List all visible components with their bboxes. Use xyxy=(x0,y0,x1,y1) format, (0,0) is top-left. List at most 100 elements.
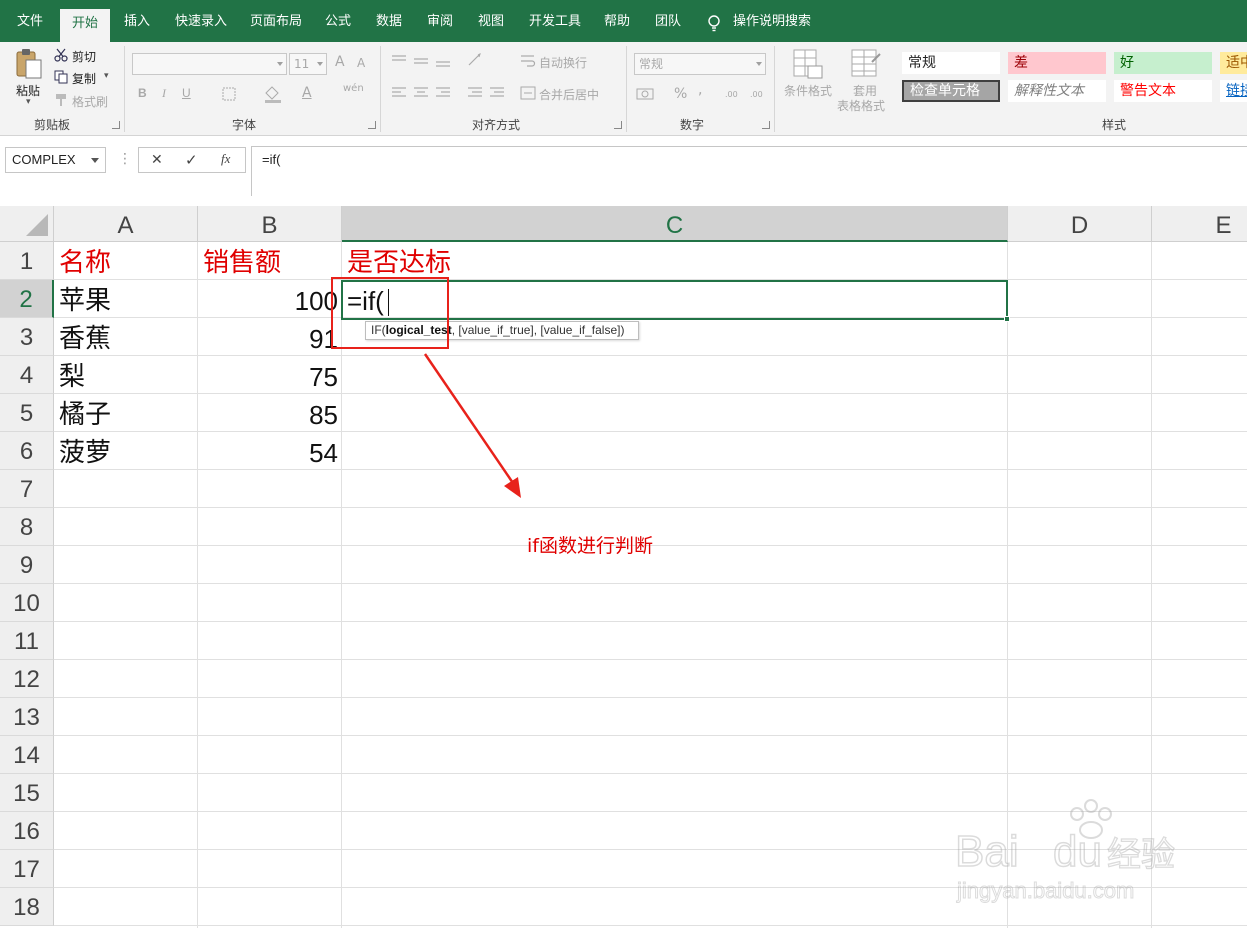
row-header[interactable]: 17 xyxy=(0,850,54,888)
cell-b2[interactable]: 100 xyxy=(198,280,338,318)
column-header-a[interactable]: A xyxy=(54,206,198,242)
column-header-d[interactable]: D xyxy=(1008,206,1152,242)
row-header[interactable]: 4 xyxy=(0,356,54,394)
cut-button[interactable]: 剪切 xyxy=(72,48,96,65)
cancel-icon[interactable]: ✕ xyxy=(151,152,163,168)
style-check-cell[interactable]: 检查单元格 xyxy=(902,80,1000,102)
row-header[interactable]: 6 xyxy=(0,432,54,470)
tell-me-search[interactable]: 操作说明搜索 xyxy=(730,11,814,33)
cell-a1[interactable]: 名称 xyxy=(59,242,111,280)
border-icon[interactable] xyxy=(222,87,238,101)
currency-icon[interactable] xyxy=(636,86,664,102)
row-header[interactable]: 11 xyxy=(0,622,54,660)
vertical-align-icons[interactable] xyxy=(390,54,458,68)
conditional-formatting-button[interactable]: 条件格式 xyxy=(784,82,832,99)
row-header[interactable]: 2 xyxy=(0,280,54,318)
tab-developer[interactable]: 开发工具 xyxy=(526,11,584,33)
tab-home[interactable]: 开始 xyxy=(60,9,111,42)
number-format-combo[interactable]: 常规 xyxy=(634,53,766,75)
grow-font-button[interactable]: A xyxy=(335,54,345,70)
alignment-launcher-icon[interactable] xyxy=(614,121,622,129)
row-header[interactable]: 8 xyxy=(0,508,54,546)
tab-help[interactable]: 帮助 xyxy=(601,11,633,33)
bold-button[interactable]: B xyxy=(138,86,147,100)
cell-a2[interactable]: 苹果 xyxy=(59,280,111,318)
row-header[interactable]: 12 xyxy=(0,660,54,698)
column-header-c[interactable]: C xyxy=(342,206,1008,242)
tab-formulas[interactable]: 公式 xyxy=(322,11,354,33)
number-launcher-icon[interactable] xyxy=(762,121,770,129)
tab-data[interactable]: 数据 xyxy=(373,11,405,33)
comma-button[interactable]: , xyxy=(698,82,702,98)
divider xyxy=(380,46,381,132)
increase-decimal-button[interactable]: .00 xyxy=(725,90,738,99)
fill-handle[interactable] xyxy=(1004,316,1010,322)
cell-b1[interactable]: 销售额 xyxy=(203,242,281,280)
style-explanatory[interactable]: 解释性文本 xyxy=(1008,80,1106,102)
font-size-combo[interactable]: 11 xyxy=(289,53,327,75)
cell-b3[interactable]: 91 xyxy=(198,318,338,356)
tab-review[interactable]: 审阅 xyxy=(424,11,456,33)
wrap-text-button[interactable]: 自动换行 xyxy=(539,54,587,71)
row-header[interactable]: 18 xyxy=(0,888,54,926)
phonetic-guide-button[interactable]: wén xyxy=(343,83,364,94)
cell-b4[interactable]: 75 xyxy=(198,356,338,394)
tab-team[interactable]: 团队 xyxy=(652,11,684,33)
cell-a5[interactable]: 橘子 xyxy=(59,394,111,432)
row-header[interactable]: 5 xyxy=(0,394,54,432)
format-painter-button[interactable]: 格式刷 xyxy=(72,93,108,110)
row-header[interactable]: 9 xyxy=(0,546,54,584)
cell-a4[interactable]: 梨 xyxy=(59,356,85,394)
shrink-font-button[interactable]: A xyxy=(357,56,365,70)
cell-a6[interactable]: 菠萝 xyxy=(59,432,111,470)
row-header[interactable]: 16 xyxy=(0,812,54,850)
font-name-combo[interactable] xyxy=(132,53,287,75)
style-link[interactable]: 链接 xyxy=(1220,80,1247,102)
cell-b6[interactable]: 54 xyxy=(198,432,338,470)
decrease-decimal-button[interactable]: .00 xyxy=(750,90,763,99)
italic-button[interactable]: I xyxy=(162,86,166,101)
fill-color-icon[interactable] xyxy=(262,85,284,103)
underline-button[interactable]: U xyxy=(182,86,191,100)
row-header[interactable]: 3 xyxy=(0,318,54,356)
cell-b5[interactable]: 85 xyxy=(198,394,338,432)
tab-page-layout[interactable]: 页面布局 xyxy=(247,11,305,33)
row-header[interactable]: 15 xyxy=(0,774,54,812)
row-header[interactable]: 14 xyxy=(0,736,54,774)
style-bad[interactable]: 差 xyxy=(1008,52,1106,74)
style-warning[interactable]: 警告文本 xyxy=(1114,80,1212,102)
font-color-button[interactable]: A xyxy=(302,85,312,101)
column-header-b[interactable]: B xyxy=(198,206,342,242)
name-box[interactable]: COMPLEX xyxy=(5,147,106,173)
row-header[interactable]: 7 xyxy=(0,470,54,508)
copy-button[interactable]: 复制 xyxy=(72,70,96,87)
clipboard-launcher-icon[interactable] xyxy=(112,121,120,129)
worksheet-grid: A B C D E 1 2 3 4 5 6 7 8 9 10 11 12 13 14 15 16 17 18 名称… xyxy=(0,206,1247,928)
formula-input[interactable]: =if( xyxy=(251,146,1247,196)
enter-icon[interactable]: ✓ xyxy=(185,151,198,169)
row-header[interactable]: 10 xyxy=(0,584,54,622)
merge-center-button[interactable]: 合并后居中 xyxy=(539,86,599,103)
insert-function-icon[interactable]: fx xyxy=(221,151,230,167)
row-gridline xyxy=(54,583,1247,584)
column-header-e[interactable]: E xyxy=(1152,206,1247,242)
cell-a3[interactable]: 香蕉 xyxy=(59,318,111,356)
format-as-table-line2[interactable]: 表格格式 xyxy=(837,97,885,114)
tab-view[interactable]: 视图 xyxy=(475,11,507,33)
style-normal[interactable]: 常规 xyxy=(902,52,1000,74)
tab-insert[interactable]: 插入 xyxy=(121,11,153,33)
row-header[interactable]: 1 xyxy=(0,242,54,280)
horizontal-align-icons[interactable] xyxy=(390,86,458,100)
indent-icons[interactable] xyxy=(466,86,510,100)
style-good[interactable]: 好 xyxy=(1114,52,1212,74)
percent-button[interactable]: % xyxy=(674,86,687,102)
tab-quick-entry[interactable]: 快速录入 xyxy=(172,11,230,33)
row-header[interactable]: 13 xyxy=(0,698,54,736)
select-all-corner[interactable] xyxy=(0,206,54,242)
font-launcher-icon[interactable] xyxy=(368,121,376,129)
style-neutral[interactable]: 适中 xyxy=(1220,52,1247,74)
orientation-icon[interactable] xyxy=(466,52,496,68)
wrap-text-icon xyxy=(521,55,536,67)
tab-file[interactable]: 文件 xyxy=(14,11,46,33)
cell-c1[interactable]: 是否达标 xyxy=(347,242,451,280)
